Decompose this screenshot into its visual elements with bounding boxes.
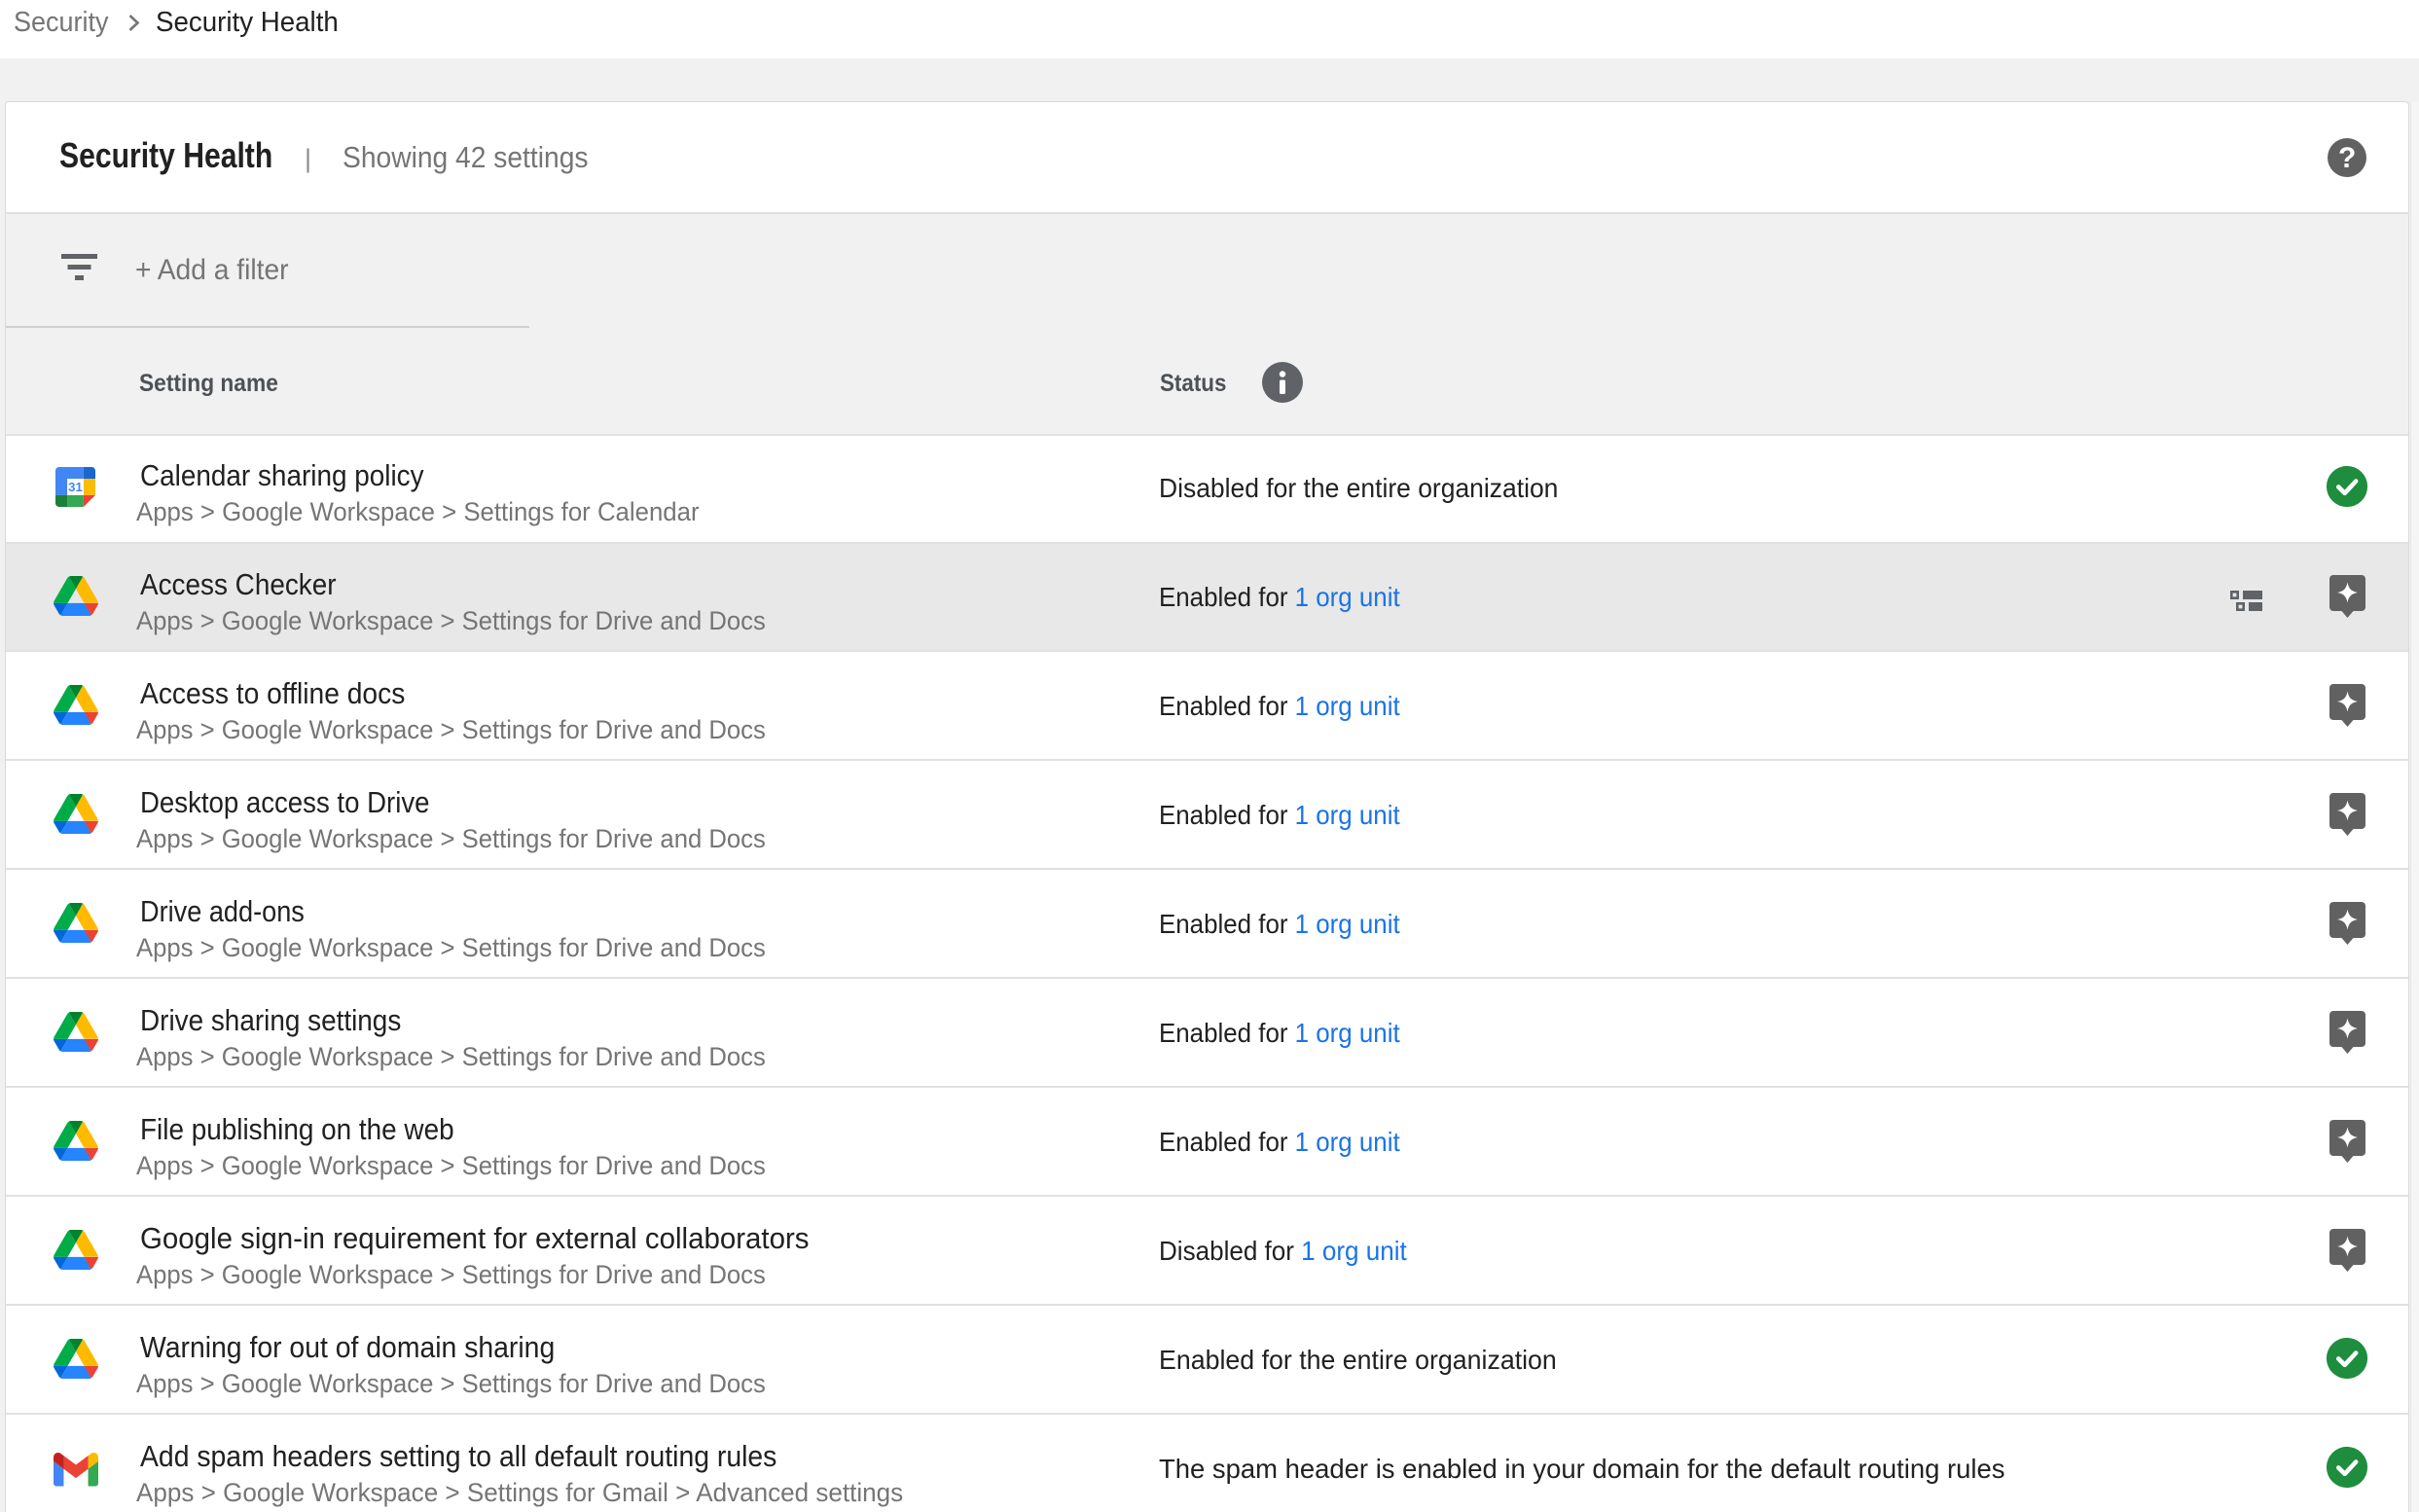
svg-text:31: 31 [68,480,83,494]
